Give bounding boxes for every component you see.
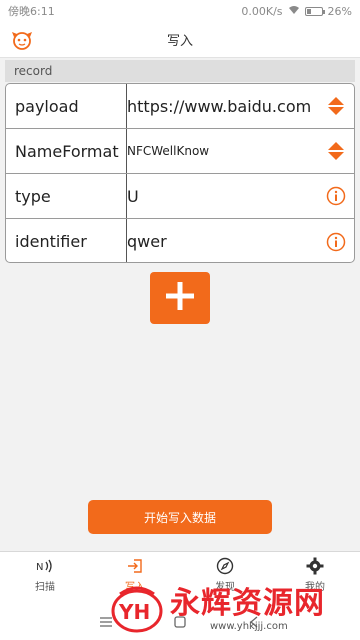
network-speed: 0.00K/s — [241, 4, 283, 18]
row-label: identifier — [15, 232, 87, 251]
record-row-payload: payload https://www.baidu.com — [6, 84, 354, 129]
wifi-icon — [288, 5, 300, 18]
menu-icon[interactable] — [99, 613, 113, 627]
nav-label: 发现 — [215, 581, 235, 593]
login-icon — [126, 557, 144, 575]
sort-icon[interactable] — [326, 96, 346, 116]
app-logo-icon[interactable] — [10, 29, 34, 51]
bottom-nav: N 扫描 写入 发现 我的 — [0, 551, 360, 597]
nav-item-mine[interactable]: 我的 — [270, 552, 360, 597]
compass-icon — [216, 557, 234, 575]
nfc-icon: N — [36, 557, 54, 575]
nav-label: 写入 — [125, 581, 145, 593]
record-row-type: type U — [6, 174, 354, 219]
record-row-nameformat: NameFormat NFCWellKnow — [6, 129, 354, 174]
info-icon[interactable] — [326, 232, 346, 252]
identifier-field[interactable]: qwer — [127, 219, 323, 262]
page-title: 写入 — [166, 34, 193, 49]
status-time: 傍晚6:11 — [8, 5, 55, 18]
nav-label: 扫描 — [35, 581, 55, 593]
nameformat-field[interactable]: NFCWellKnow — [127, 129, 323, 173]
start-write-button[interactable]: 开始写入数据 — [88, 500, 272, 534]
nav-label: 我的 — [305, 581, 325, 593]
record-section-header: record — [5, 60, 355, 82]
nav-item-discover[interactable]: 发现 — [180, 552, 270, 597]
battery-icon — [304, 6, 325, 16]
add-record-button[interactable] — [150, 272, 210, 324]
system-nav-bar — [0, 597, 360, 640]
home-icon[interactable] — [173, 613, 187, 628]
nav-item-write[interactable]: 写入 — [90, 552, 180, 597]
payload-field[interactable]: https://www.baidu.com — [127, 84, 323, 128]
back-icon[interactable] — [247, 613, 261, 627]
status-right: 0.00K/s 26% — [241, 5, 352, 18]
svg-text:N: N — [36, 562, 43, 573]
battery-percent: 26% — [327, 4, 352, 18]
info-icon[interactable] — [326, 186, 346, 206]
nav-item-scan[interactable]: N 扫描 — [0, 552, 90, 597]
plus-icon — [165, 281, 195, 315]
gear-icon — [306, 557, 324, 575]
app-bar: 写入 — [0, 22, 360, 58]
row-label: NameFormat — [15, 141, 119, 161]
sort-icon[interactable] — [326, 141, 346, 161]
status-bar: 傍晚6:11 0.00K/s 26% — [0, 0, 360, 22]
row-label: payload — [15, 96, 79, 116]
record-card: payload https://www.baidu.com NameFormat… — [5, 83, 355, 263]
record-row-identifier: identifier qwer — [6, 219, 354, 262]
row-label: type — [15, 186, 51, 206]
type-field[interactable]: U — [127, 174, 323, 218]
